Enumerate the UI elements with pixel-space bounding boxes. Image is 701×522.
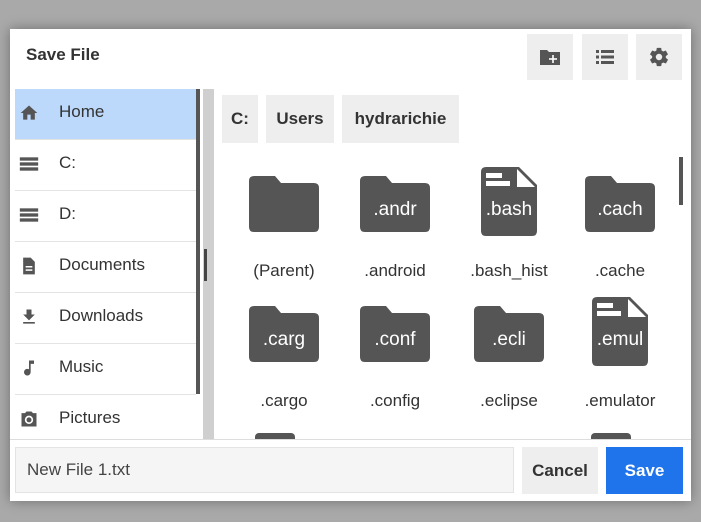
save-button[interactable]: Save — [606, 447, 683, 494]
list-view-icon — [596, 50, 614, 64]
camera-icon — [21, 411, 37, 427]
file-item[interactable]: (Parent) — [234, 175, 334, 295]
dialog-title: Save File — [26, 45, 100, 64]
sidebar-item-label: D: — [59, 204, 76, 223]
filename-input[interactable] — [15, 447, 514, 493]
sidebar-item-home[interactable]: Home — [15, 89, 196, 140]
file-name: .eclipse — [480, 391, 538, 410]
view-list-button[interactable] — [582, 34, 628, 80]
file-name: .cache — [594, 261, 646, 280]
sidebar-item-pictures[interactable]: Pictures — [15, 395, 196, 439]
folder-icon — [249, 176, 319, 232]
new-folder-button[interactable] — [527, 34, 573, 80]
drive-icon — [19, 157, 39, 171]
footer-divider — [10, 439, 691, 440]
gear-icon — [650, 47, 668, 67]
sidebar-item-downloads[interactable]: Downloads — [15, 293, 196, 344]
sidebar-item-label: Documents — [59, 255, 145, 274]
file-name: .emulator — [584, 391, 656, 410]
cancel-button[interactable]: Cancel — [522, 447, 598, 494]
file-badge: .ecli — [492, 329, 526, 350]
file-item[interactable]: .ecli .eclipse — [459, 305, 559, 425]
file-badge: .emul — [596, 329, 644, 350]
file-item[interactable]: .carg .cargo — [234, 305, 334, 425]
file-grid: (Parent) .andr .android .bash .bash_hist… — [214, 155, 683, 439]
breadcrumb-item[interactable]: C: — [222, 95, 258, 143]
sidebar-item-label: Pictures — [59, 408, 121, 427]
breadcrumb-item[interactable]: Users — [266, 95, 334, 143]
sidebar-item-label: Home — [59, 102, 105, 121]
sidebar-item-music[interactable]: Music — [15, 344, 196, 395]
home-icon — [20, 105, 38, 120]
title-bar: Save File — [10, 29, 691, 85]
breadcrumb-item[interactable]: hydrarichie — [342, 95, 459, 143]
file-item[interactable]: .emul .emulator — [570, 297, 670, 425]
sidebar-item-label: C: — [59, 153, 76, 172]
file-item[interactable]: .bash .bash_hist — [459, 167, 559, 295]
file-badge: .andr — [373, 199, 417, 220]
file-item[interactable]: .andr .android — [345, 175, 445, 295]
file-name: .cargo — [260, 391, 308, 410]
settings-button[interactable] — [636, 34, 682, 80]
download-icon — [23, 309, 35, 324]
music-note-icon — [24, 360, 34, 376]
file-badge: .conf — [374, 329, 416, 350]
file-grid-scrollbar[interactable] — [679, 157, 683, 205]
sidebar-item-label: Music — [59, 357, 104, 376]
file-name: .config — [369, 391, 421, 410]
document-icon — [23, 257, 35, 275]
file-item[interactable]: .conf .config — [345, 305, 445, 425]
save-file-dialog: Save File Home C: D: Documents Downloads… — [10, 29, 691, 501]
file-name: .bash_hist — [470, 261, 548, 280]
file-name: .android — [364, 261, 426, 280]
sidebar-scrollbar[interactable] — [196, 89, 200, 394]
file-badge: .carg — [262, 329, 306, 350]
sidebar-item-label: Downloads — [59, 306, 144, 325]
sidebar-item-documents[interactable]: Documents — [15, 242, 196, 293]
file-name: (Parent) — [253, 261, 315, 280]
file-badge: .cach — [597, 199, 643, 220]
file-item[interactable]: .cach .cache — [570, 175, 670, 295]
drive-icon — [19, 208, 39, 222]
splitter-grip[interactable] — [204, 249, 207, 281]
sidebar-item-c-drive[interactable]: C: — [15, 140, 196, 191]
file-badge: .bash — [485, 199, 533, 220]
new-folder-icon — [540, 50, 560, 65]
sidebar-item-d-drive[interactable]: D: — [15, 191, 196, 242]
sidebar: Home C: D: Documents Downloads Music Pic… — [15, 89, 204, 439]
